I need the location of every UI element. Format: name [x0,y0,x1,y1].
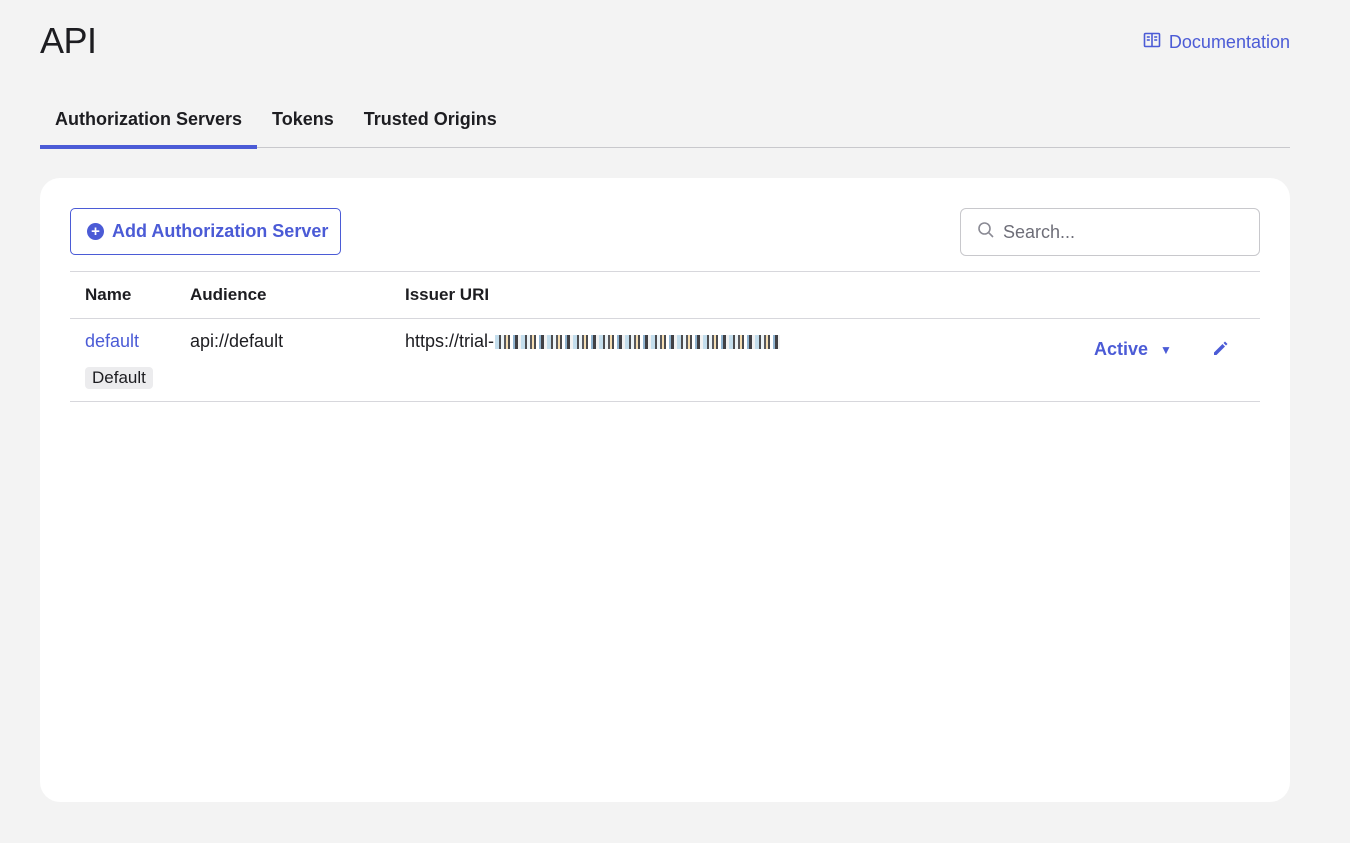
server-name-link[interactable]: default [85,331,139,352]
table-header: Name Audience Issuer URI [70,272,1260,319]
tab-trusted-origins[interactable]: Trusted Origins [349,95,512,148]
column-header-audience: Audience [190,285,267,304]
add-authorization-server-button[interactable]: + Add Authorization Server [70,208,341,255]
book-icon [1143,31,1161,54]
search-input[interactable] [1003,221,1243,243]
issuer-uri-value: https://trial- [405,331,781,352]
tab-authorization-servers[interactable]: Authorization Servers [40,95,258,149]
page-title: API [40,20,97,61]
tab-tokens[interactable]: Tokens [257,95,349,148]
status-label: Active [1094,339,1149,359]
tab-bar: Authorization Servers Tokens Trusted Ori… [40,95,1290,149]
audience-value: api://default [190,331,284,351]
search-icon [977,221,995,244]
redacted-text [495,334,781,349]
documentation-link[interactable]: Documentation [1143,31,1290,54]
plus-circle-icon: + [87,223,104,240]
column-header-name: Name [85,285,132,304]
pencil-icon[interactable] [1212,339,1230,357]
column-header-issuer-uri: Issuer URI [405,285,490,304]
authorization-servers-table: Name Audience Issuer URI default Default… [70,271,1260,402]
search-box [960,208,1260,256]
issuer-uri-prefix: https://trial- [405,331,495,351]
status-dropdown[interactable]: Active ▼ [1094,339,1172,360]
caret-down-icon: ▼ [1160,342,1172,357]
table-row: default Default api://default https://tr… [70,319,1260,402]
authorization-servers-panel: + Add Authorization Server Name Audience… [40,178,1290,802]
documentation-label: Documentation [1168,32,1290,52]
default-badge: Default [85,367,153,389]
add-authorization-server-label: Add Authorization Server [112,221,329,241]
